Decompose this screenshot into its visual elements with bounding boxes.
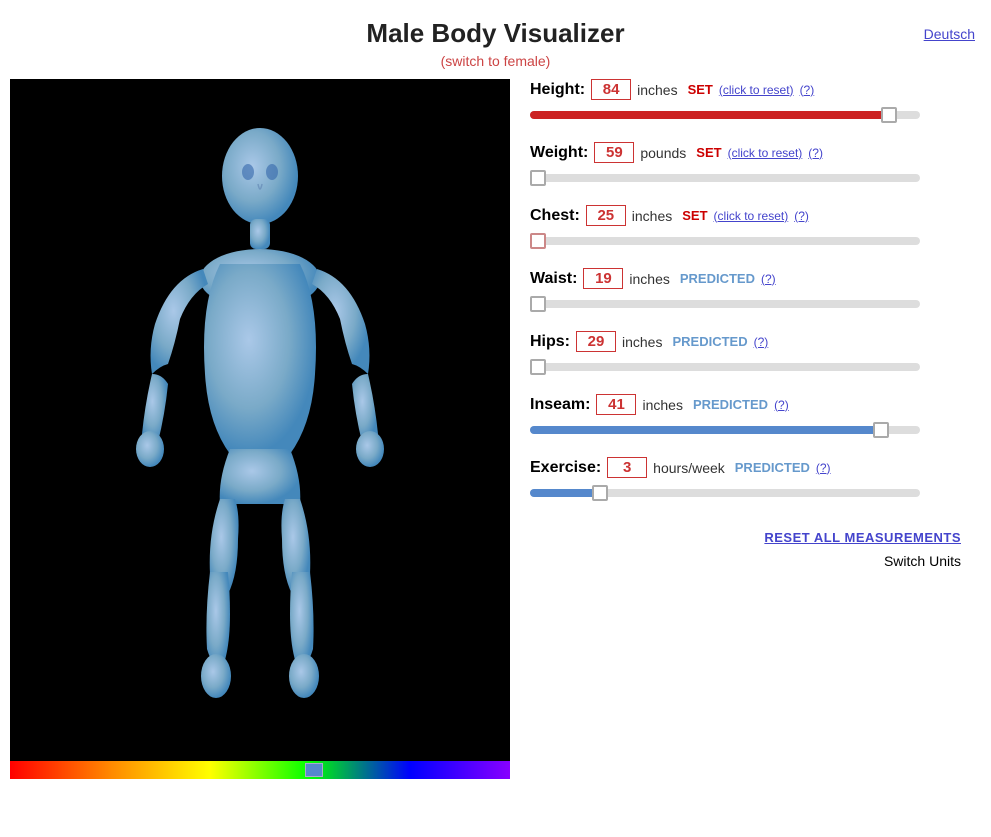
height-unit: inches — [637, 82, 677, 98]
hips-unit: inches — [622, 334, 662, 350]
reset-all-button[interactable]: RESET ALL MEASUREMENTS — [764, 530, 961, 545]
controls-panel: Height: 84 inches SET (click to reset) (… — [510, 79, 981, 779]
exercise-slider-fill — [530, 489, 600, 497]
height-reset[interactable]: (click to reset) — [719, 83, 794, 97]
weight-value[interactable]: 59 — [594, 142, 634, 163]
weight-slider-container — [530, 169, 920, 187]
hips-value[interactable]: 29 — [576, 331, 616, 352]
weight-label: Weight: — [530, 144, 588, 162]
language-button[interactable]: Deutsch — [924, 26, 975, 42]
chest-label: Chest: — [530, 207, 580, 225]
weight-slider-track — [530, 174, 920, 182]
hips-help[interactable]: (?) — [754, 335, 769, 349]
waist-slider-thumb[interactable] — [530, 296, 546, 312]
chest-slider-container — [530, 232, 920, 250]
measurement-row-chest: Chest: 25 inches SET (click to reset) (?… — [530, 205, 961, 250]
height-slider-thumb[interactable] — [881, 107, 897, 123]
height-status: SET — [688, 82, 713, 97]
weight-help[interactable]: (?) — [808, 146, 823, 160]
body-svg — [100, 104, 420, 754]
height-slider-container — [530, 106, 920, 124]
inseam-help[interactable]: (?) — [774, 398, 789, 412]
waist-help[interactable]: (?) — [761, 272, 776, 286]
inseam-slider-container — [530, 421, 920, 439]
exercise-slider-track — [530, 489, 920, 497]
height-slider-track — [530, 111, 920, 119]
waist-status: PREDICTED — [680, 271, 755, 286]
waist-unit: inches — [629, 271, 669, 287]
chest-reset[interactable]: (click to reset) — [714, 209, 789, 223]
waist-slider-container — [530, 295, 920, 313]
hips-slider-track — [530, 363, 920, 371]
hips-slider-container — [530, 358, 920, 376]
exercise-help[interactable]: (?) — [816, 461, 831, 475]
bottom-actions: RESET ALL MEASUREMENTS Switch Units — [530, 530, 961, 569]
inseam-slider-thumb[interactable] — [873, 422, 889, 438]
chest-slider-track — [530, 237, 920, 245]
inseam-value[interactable]: 41 — [596, 394, 636, 415]
weight-reset[interactable]: (click to reset) — [728, 146, 803, 160]
measurement-row-hips: Hips: 29 inches PREDICTED (?) — [530, 331, 961, 376]
chest-value[interactable]: 25 — [586, 205, 626, 226]
exercise-unit: hours/week — [653, 460, 725, 476]
measurement-row-weight: Weight: 59 pounds SET (click to reset) (… — [530, 142, 961, 187]
chest-unit: inches — [632, 208, 672, 224]
weight-unit: pounds — [640, 145, 686, 161]
switch-units-button[interactable]: Switch Units — [884, 553, 961, 569]
chest-slider-thumb[interactable] — [530, 233, 546, 249]
measurement-row-exercise: Exercise: 3 hours/week PREDICTED (?) — [530, 457, 961, 502]
hips-label: Hips: — [530, 333, 570, 351]
inseam-slider-track — [530, 426, 920, 434]
weight-status: SET — [696, 145, 721, 160]
page-title: Male Body Visualizer — [0, 18, 991, 49]
waist-label: Waist: — [530, 270, 577, 288]
hips-slider-thumb[interactable] — [530, 359, 546, 375]
height-help[interactable]: (?) — [800, 83, 815, 97]
measurement-row-inseam: Inseam: 41 inches PREDICTED (?) — [530, 394, 961, 439]
switch-gender-link[interactable]: (switch to female) — [0, 53, 991, 69]
main-layout: Height: 84 inches SET (click to reset) (… — [0, 79, 991, 779]
height-slider-fill — [530, 111, 889, 119]
measurement-row-waist: Waist: 19 inches PREDICTED (?) — [530, 268, 961, 313]
color-bar[interactable] — [10, 761, 510, 779]
weight-slider-thumb[interactable] — [530, 170, 546, 186]
exercise-slider-container — [530, 484, 920, 502]
chest-status: SET — [682, 208, 707, 223]
exercise-label: Exercise: — [530, 459, 601, 477]
exercise-slider-thumb[interactable] — [592, 485, 608, 501]
exercise-status: PREDICTED — [735, 460, 810, 475]
height-label: Height: — [530, 81, 585, 99]
model-container — [10, 79, 510, 779]
chest-help[interactable]: (?) — [794, 209, 809, 223]
height-value[interactable]: 84 — [591, 79, 631, 100]
waist-value[interactable]: 19 — [583, 268, 623, 289]
inseam-status: PREDICTED — [693, 397, 768, 412]
body-figure — [10, 79, 510, 779]
waist-slider-track — [530, 300, 920, 308]
hips-status: PREDICTED — [672, 334, 747, 349]
color-indicator[interactable] — [305, 763, 323, 777]
inseam-unit: inches — [642, 397, 682, 413]
exercise-value[interactable]: 3 — [607, 457, 647, 478]
inseam-label: Inseam: — [530, 396, 590, 414]
measurement-row-height: Height: 84 inches SET (click to reset) (… — [530, 79, 961, 124]
inseam-slider-fill — [530, 426, 881, 434]
